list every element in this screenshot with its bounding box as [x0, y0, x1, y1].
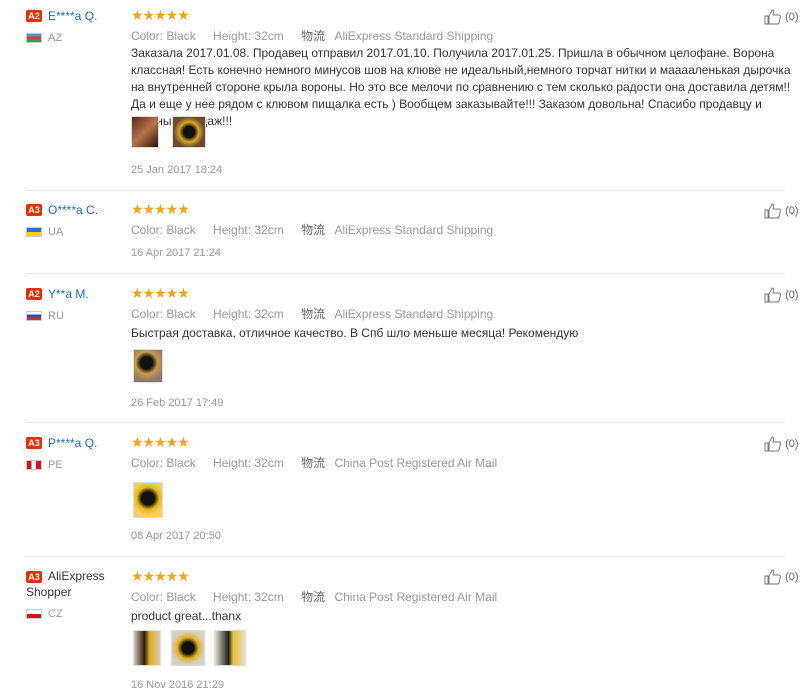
shipping-method: AliExpress Standard Shipping: [334, 223, 494, 237]
reviewer-name-link[interactable]: Y**a M.: [48, 287, 89, 301]
helpful-button[interactable]: (0): [764, 9, 799, 25]
logistics-label: 物流: [301, 29, 326, 43]
reviewer-name-link[interactable]: P****a Q.: [48, 436, 97, 450]
review-divider: [25, 556, 785, 557]
height-attribute: Height: 32cm: [213, 29, 284, 43]
shipping-method: China Post Registered Air Mail: [334, 456, 498, 470]
color-attribute: Color: Black: [131, 223, 196, 237]
review-photo-thumbnail[interactable]: [133, 630, 161, 666]
star-rating: ★★★★★: [131, 201, 190, 217]
star-rating: ★★★★★: [131, 285, 190, 301]
helpful-count: (0): [785, 288, 799, 301]
height-attribute: Height: 32cm: [213, 456, 284, 470]
cz-flag-icon: [26, 609, 42, 619]
reviewer-country: UA: [48, 226, 64, 238]
star-rating: ★★★★★: [131, 434, 190, 450]
review-photo-thumbnail[interactable]: [172, 116, 206, 148]
review-text: Быстрая доставка, отличное качество. В С…: [131, 326, 579, 340]
reviewer-country: RU: [48, 310, 64, 322]
shipping-method: AliExpress Standard Shipping: [334, 307, 494, 321]
color-attribute: Color: Black: [131, 456, 196, 470]
az-flag-icon: [26, 33, 42, 43]
review-text: Заказала 2017.01.08. Продавец отправил 2…: [131, 46, 791, 128]
review-photo-thumbnail[interactable]: [131, 116, 159, 148]
helpful-button[interactable]: (0): [764, 203, 799, 219]
review-text: product great...thanx: [131, 609, 242, 623]
height-attribute: Height: 32cm: [213, 223, 284, 237]
order-info: Color: Black Height: 32cm 物流 AliExpress …: [131, 305, 493, 322]
buyer-level-badge: A3: [26, 437, 42, 449]
order-info: Color: Black Height: 32cm 物流 AliExpress …: [131, 221, 493, 238]
color-attribute: Color: Black: [131, 590, 196, 604]
review-photo-thumbnail[interactable]: [214, 630, 246, 666]
helpful-count: (0): [785, 437, 799, 450]
review-divider: [25, 273, 785, 274]
reviewer-name-link[interactable]: O****a C.: [48, 203, 98, 217]
buyer-level-badge: A2: [26, 10, 42, 22]
pe-flag-icon: [26, 460, 42, 470]
review-divider: [25, 422, 785, 423]
thumbs-up-icon: [764, 9, 781, 25]
star-rating: ★★★★★: [131, 7, 190, 23]
logistics-label: 物流: [301, 590, 326, 604]
reviewer-name-link[interactable]: E****a Q.: [48, 9, 97, 23]
shipping-method: China Post Registered Air Mail: [334, 590, 498, 604]
helpful-button[interactable]: (0): [764, 569, 799, 585]
buyer-level-badge: A3: [26, 204, 42, 216]
helpful-count: (0): [785, 204, 799, 217]
thumbs-up-icon: [764, 569, 781, 585]
logistics-label: 物流: [301, 223, 326, 237]
review-divider: [25, 190, 785, 191]
buyer-level-badge: A2: [26, 288, 42, 300]
helpful-button[interactable]: (0): [764, 436, 799, 452]
helpful-count: (0): [785, 10, 799, 23]
color-attribute: Color: Black: [131, 307, 196, 321]
review-date: 25 Jan 2017 18:24: [131, 164, 223, 176]
thumbs-up-icon: [764, 436, 781, 452]
height-attribute: Height: 32cm: [213, 590, 284, 604]
reviewer-country: CZ: [48, 608, 63, 620]
thumbs-up-icon: [764, 287, 781, 303]
review-date: 26 Feb 2017 17:49: [131, 397, 224, 409]
order-info: Color: Black Height: 32cm 物流 China Post …: [131, 454, 497, 471]
review-photo-thumbnail[interactable]: [133, 349, 163, 383]
review-date: 16 Nov 2016 21:29: [131, 679, 224, 691]
color-attribute: Color: Black: [131, 29, 196, 43]
thumbs-up-icon: [764, 203, 781, 219]
ua-flag-icon: [26, 227, 42, 237]
review-date: 16 Apr 2017 21:24: [131, 247, 221, 259]
helpful-button[interactable]: (0): [764, 287, 799, 303]
logistics-label: 物流: [301, 456, 326, 470]
shipping-method: AliExpress Standard Shipping: [334, 29, 494, 43]
star-rating: ★★★★★: [131, 568, 190, 584]
reviewer-country: PE: [48, 459, 63, 471]
review-photo-thumbnail[interactable]: [171, 630, 205, 666]
order-info: Color: Black Height: 32cm 物流 China Post …: [131, 588, 497, 605]
reviewer-name-link[interactable]: AliExpress Shopper: [26, 568, 116, 600]
review-photo-thumbnail[interactable]: [133, 482, 163, 518]
helpful-count: (0): [785, 570, 799, 583]
order-info: Color: Black Height: 32cm 物流 AliExpress …: [131, 27, 493, 44]
review-date: 08 Apr 2017 20:50: [131, 530, 221, 542]
ru-flag-icon: [26, 311, 42, 321]
reviewer-country: AZ: [48, 32, 63, 44]
height-attribute: Height: 32cm: [213, 307, 284, 321]
logistics-label: 物流: [301, 307, 326, 321]
